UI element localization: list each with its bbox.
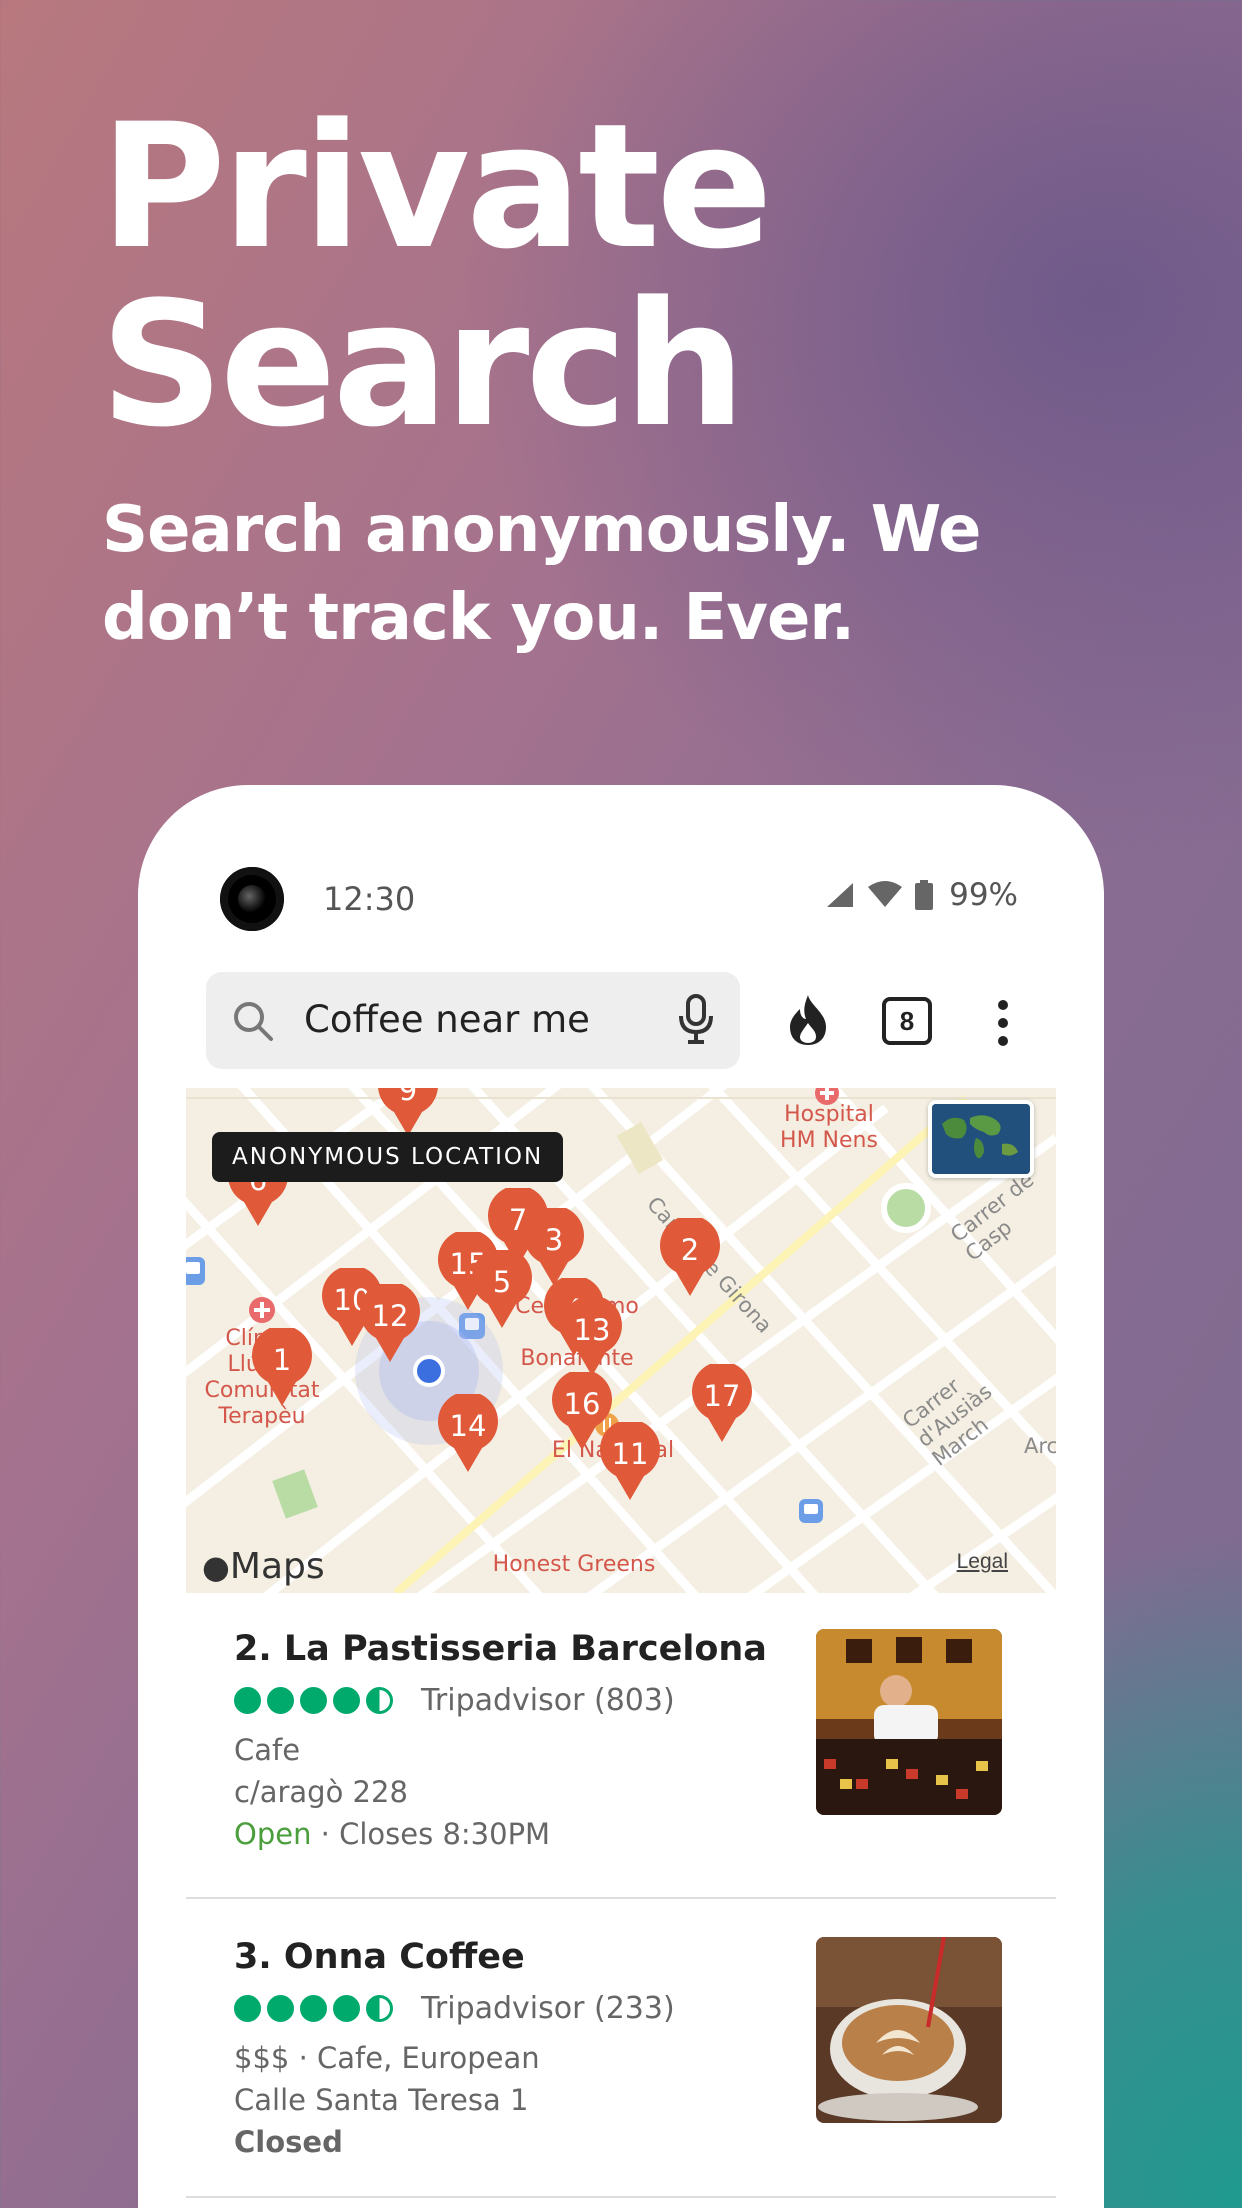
result-address: c/aragò 228 bbox=[234, 1775, 408, 1809]
status-bar: 12:30 99% bbox=[138, 785, 1104, 935]
result-hours: · Closes 8:30PM bbox=[311, 1817, 551, 1851]
search-bar[interactable]: Coffee near me bbox=[206, 972, 740, 1069]
tabs-button[interactable]: 8 bbox=[882, 997, 932, 1045]
rating-bubble-icon bbox=[333, 1995, 360, 2022]
rating-row: Tripadvisor (803) bbox=[234, 1683, 675, 1718]
rating-bubble-icon bbox=[234, 1687, 261, 1714]
battery-icon bbox=[915, 880, 934, 910]
phone-frame: 12:30 99% Coffee near me 8 Hospital HM N… bbox=[138, 785, 1104, 2208]
rating-bubble-icon bbox=[267, 1687, 294, 1714]
result-hours-line: Open · Closes 8:30PM bbox=[234, 1817, 550, 1851]
coffee-cup-image bbox=[816, 1937, 1002, 2123]
map-pin[interactable]: 11 bbox=[598, 1419, 662, 1502]
rating-bubble-icon bbox=[267, 1995, 294, 2022]
map-pin-label: 11 bbox=[611, 1437, 649, 1471]
rating-source: Tripadvisor (803) bbox=[421, 1683, 675, 1718]
closed-status: Closed bbox=[234, 2125, 343, 2159]
rating-source: Tripadvisor (233) bbox=[421, 1991, 675, 2026]
result-address: Calle Santa Teresa 1 bbox=[234, 2083, 529, 2117]
open-status: Open bbox=[234, 1817, 312, 1851]
hero-subtitle: Search anonymously. We don’t track you. … bbox=[102, 493, 981, 655]
map-style-toggle[interactable] bbox=[928, 1100, 1034, 1178]
result-thumbnail[interactable] bbox=[816, 1937, 1002, 2123]
result-title[interactable]: 3. Onna Coffee bbox=[234, 1937, 525, 1977]
result-category: $$$ · Cafe, European bbox=[234, 2041, 540, 2075]
pastry-shop-image bbox=[816, 1629, 1002, 1815]
map-pin-label: 5 bbox=[492, 1265, 512, 1299]
status-icons: 99% bbox=[825, 877, 1018, 913]
transit-icon-3 bbox=[799, 1499, 823, 1523]
map-pin-label: 12 bbox=[371, 1299, 409, 1333]
street-label-arc: Arc bbox=[1024, 1434, 1056, 1458]
clinic-icon bbox=[249, 1297, 275, 1323]
map-view[interactable]: Hospital HM Nens Clínica Llúria- Comunit… bbox=[186, 1088, 1056, 1593]
map-label-honest-greens: Honest Greens bbox=[492, 1552, 656, 1577]
result-divider bbox=[186, 1897, 1056, 1899]
hero-title-line1: Private bbox=[100, 86, 773, 287]
map-pin[interactable]: 13 bbox=[560, 1295, 624, 1378]
map-label-hospital: Hospital HM Nens bbox=[780, 1102, 878, 1153]
map-pin[interactable]: 14 bbox=[436, 1391, 500, 1474]
search-input[interactable]: Coffee near me bbox=[304, 998, 590, 1041]
battery-percent: 99% bbox=[949, 877, 1018, 913]
search-icon bbox=[234, 1002, 273, 1041]
camera-icon bbox=[220, 867, 284, 931]
rating-bubble-icon bbox=[300, 1687, 327, 1714]
microphone-icon[interactable] bbox=[678, 994, 714, 1046]
map-pin[interactable]: 2 bbox=[658, 1215, 722, 1298]
hero-title: Private Search bbox=[100, 86, 773, 465]
map-pin-label: 17 bbox=[703, 1379, 741, 1413]
globe-icon bbox=[932, 1104, 1030, 1174]
result-divider bbox=[186, 2196, 1056, 2198]
anonymous-location-badge: ANONYMOUS LOCATION bbox=[212, 1132, 564, 1182]
status-time: 12:30 bbox=[323, 880, 416, 918]
hospital-icon bbox=[815, 1088, 839, 1105]
signal-icon bbox=[827, 883, 854, 907]
wifi-icon bbox=[868, 881, 903, 907]
rating-bubble-icon bbox=[333, 1687, 360, 1714]
result-category: Cafe bbox=[234, 1733, 301, 1767]
maps-logo-text: Maps bbox=[229, 1546, 325, 1587]
map-pin[interactable]: 17 bbox=[690, 1361, 754, 1444]
hero-title-line2: Search bbox=[100, 264, 746, 465]
map-pin[interactable]: 12 bbox=[358, 1281, 422, 1364]
map-pin[interactable]: 9 bbox=[376, 1088, 440, 1138]
map-pin-label: 13 bbox=[573, 1313, 611, 1347]
map-pin-label: 9 bbox=[398, 1088, 418, 1107]
transit-icon-2 bbox=[186, 1257, 205, 1285]
rating-bubble-icon bbox=[300, 1995, 327, 2022]
maps-logo: ●Maps bbox=[202, 1546, 325, 1587]
fire-icon[interactable] bbox=[786, 993, 830, 1047]
rating-row: Tripadvisor (233) bbox=[234, 1991, 675, 2026]
result-item[interactable]: 3. Onna Coffee Tripadvisor (233) $$$ · C… bbox=[186, 1901, 1056, 2208]
rating-bubble-half-icon bbox=[366, 1687, 393, 1714]
map-pin-label: 2 bbox=[680, 1233, 700, 1267]
map-pin[interactable]: 1 bbox=[250, 1325, 314, 1408]
more-menu-icon[interactable] bbox=[996, 998, 1010, 1048]
map-pin[interactable]: 5 bbox=[470, 1247, 534, 1330]
result-item[interactable]: 2. La Pastisseria Barcelona Tripadvisor … bbox=[186, 1593, 1056, 1905]
result-title[interactable]: 2. La Pastisseria Barcelona bbox=[234, 1629, 767, 1669]
rating-bubble-half-icon bbox=[366, 1995, 393, 2022]
map-pin-label: 1 bbox=[272, 1343, 292, 1377]
result-thumbnail[interactable] bbox=[816, 1629, 1002, 1815]
legal-link[interactable]: Legal bbox=[957, 1550, 1008, 1574]
map-pin-label: 14 bbox=[449, 1409, 487, 1443]
apple-logo-icon: ● bbox=[202, 1548, 230, 1586]
rating-bubble-icon bbox=[234, 1995, 261, 2022]
